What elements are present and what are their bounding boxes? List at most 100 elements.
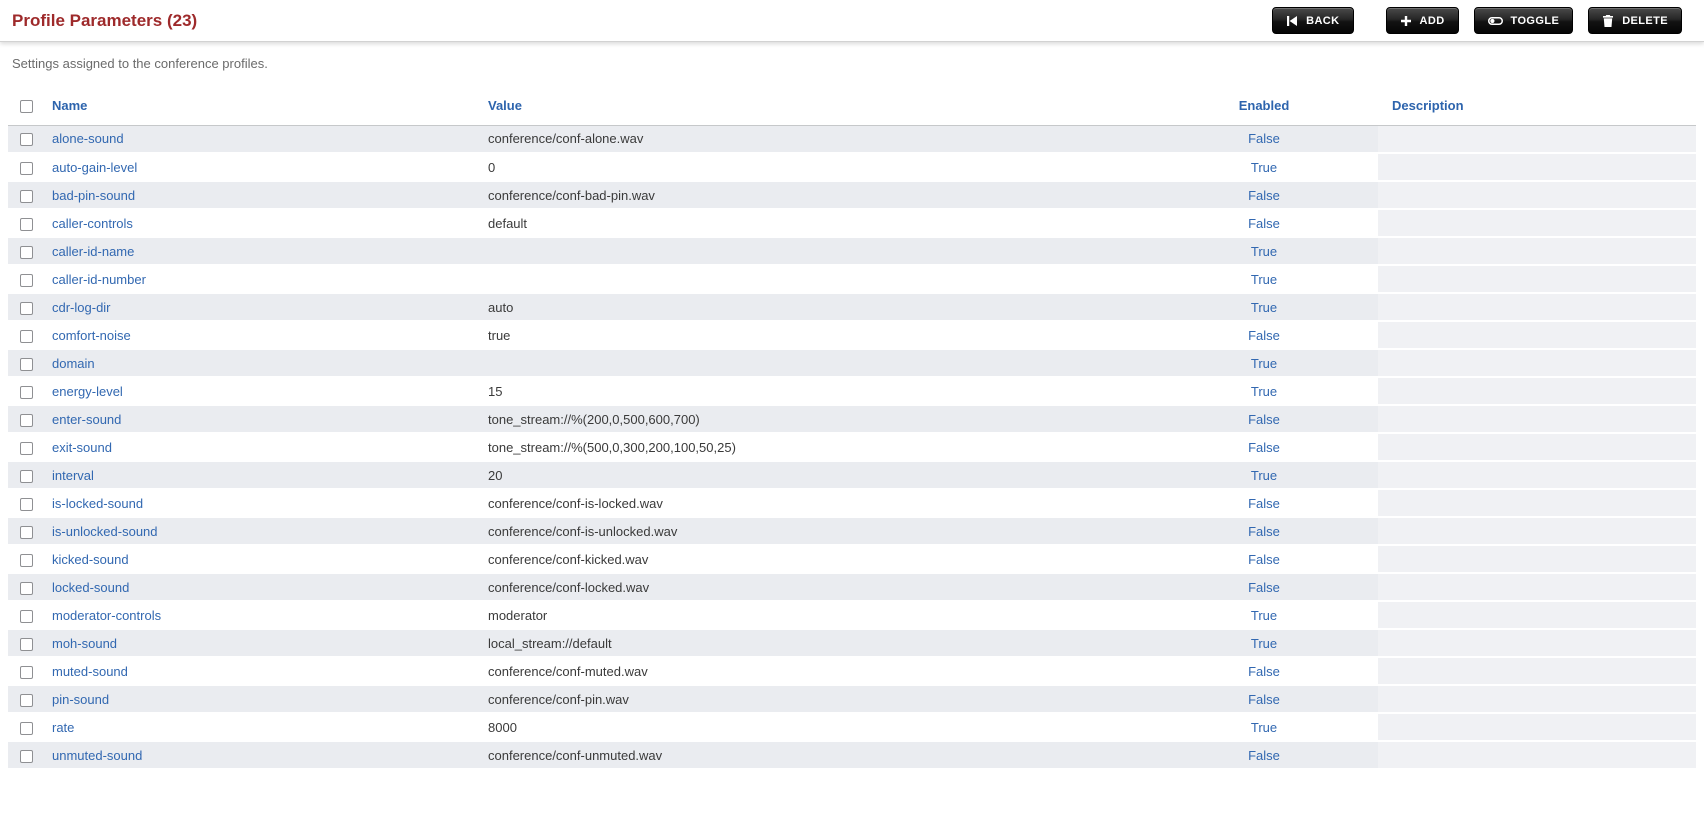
table-row: enter-sound tone_stream://%(200,0,500,600… [8, 405, 1696, 434]
parameter-name-link[interactable]: caller-id-name [52, 244, 134, 259]
table-row: exit-sound tone_stream://%(500,0,300,200,… [8, 433, 1696, 462]
add-button[interactable]: ADD [1385, 7, 1459, 34]
row-checkbox[interactable] [20, 161, 33, 175]
row-checkbox[interactable] [20, 357, 33, 371]
skip-back-icon [1286, 15, 1298, 27]
column-header-value[interactable]: Value [488, 98, 522, 113]
parameter-description [1378, 265, 1696, 294]
row-checkbox[interactable] [20, 637, 33, 651]
row-checkbox[interactable] [20, 217, 33, 231]
parameter-name-link[interactable]: domain [52, 356, 95, 371]
row-checkbox[interactable] [20, 133, 33, 147]
parameter-name-link[interactable]: bad-pin-sound [52, 188, 135, 203]
parameter-name-link[interactable]: comfort-noise [52, 328, 131, 343]
parameter-name-link[interactable]: muted-sound [52, 664, 128, 679]
row-checkbox[interactable] [20, 497, 33, 511]
parameter-value: true [480, 321, 1150, 350]
parameter-enabled: False [1150, 517, 1378, 546]
parameter-description [1378, 321, 1696, 350]
parameter-value: 15 [480, 377, 1150, 406]
parameter-value: conference/conf-unmuted.wav [480, 741, 1150, 770]
parameter-enabled: False [1150, 545, 1378, 574]
parameter-value: conference/conf-alone.wav [480, 125, 1150, 154]
row-checkbox[interactable] [20, 441, 33, 455]
parameter-value: default [480, 209, 1150, 238]
row-checkbox[interactable] [20, 413, 33, 427]
row-checkbox[interactable] [20, 329, 33, 343]
parameter-description [1378, 517, 1696, 546]
parameter-description [1378, 601, 1696, 630]
parameter-description [1378, 377, 1696, 406]
parameter-description [1378, 685, 1696, 714]
parameter-name-link[interactable]: exit-sound [52, 440, 112, 455]
delete-button-label: DELETE [1622, 14, 1668, 27]
parameter-name-link[interactable]: moh-sound [52, 636, 117, 651]
parameter-name-link[interactable]: caller-controls [52, 216, 133, 231]
table-row: comfort-noise true False [8, 321, 1696, 350]
row-checkbox[interactable] [20, 525, 33, 539]
parameter-enabled: True [1150, 377, 1378, 406]
parameter-name-link[interactable]: enter-sound [52, 412, 121, 427]
parameter-name-link[interactable]: is-unlocked-sound [52, 524, 158, 539]
parameter-name-link[interactable]: rate [52, 720, 74, 735]
parameter-value: conference/conf-muted.wav [480, 657, 1150, 686]
parameter-enabled: True [1150, 629, 1378, 658]
parameter-enabled: False [1150, 489, 1378, 518]
parameter-value: auto [480, 293, 1150, 322]
toggle-button[interactable]: TOGGLE [1473, 7, 1574, 34]
parameter-name-link[interactable]: interval [52, 468, 94, 483]
table-row: domain True [8, 349, 1696, 378]
column-header-description[interactable]: Description [1392, 98, 1464, 113]
parameter-name-link[interactable]: kicked-sound [52, 552, 129, 567]
plus-icon [1400, 15, 1412, 27]
row-checkbox[interactable] [20, 665, 33, 679]
select-all-checkbox[interactable] [20, 100, 33, 114]
row-checkbox[interactable] [20, 189, 33, 203]
table-row: bad-pin-sound conference/conf-bad-pin.wav… [8, 181, 1696, 210]
parameter-name-link[interactable]: pin-sound [52, 692, 109, 707]
row-checkbox[interactable] [20, 301, 33, 315]
row-checkbox[interactable] [20, 581, 33, 595]
parameter-name-link[interactable]: caller-id-number [52, 272, 146, 287]
column-header-name[interactable]: Name [52, 98, 87, 113]
parameter-name-link[interactable]: unmuted-sound [52, 748, 142, 763]
parameter-name-link[interactable]: alone-sound [52, 131, 124, 146]
row-checkbox[interactable] [20, 273, 33, 287]
parameter-enabled: True [1150, 237, 1378, 266]
parameter-enabled: True [1150, 461, 1378, 490]
parameter-name-link[interactable]: energy-level [52, 384, 123, 399]
parameter-value: 20 [480, 461, 1150, 490]
parameter-name-link[interactable]: cdr-log-dir [52, 300, 111, 315]
table-row: caller-id-name True [8, 237, 1696, 266]
parameter-enabled: False [1150, 321, 1378, 350]
row-checkbox[interactable] [20, 245, 33, 259]
page-description: Settings assigned to the conference prof… [12, 56, 268, 71]
table-row: alone-sound conference/conf-alone.wav Fals… [8, 125, 1696, 154]
back-button[interactable]: BACK [1272, 7, 1354, 34]
parameter-description [1378, 461, 1696, 490]
parameter-enabled: True [1150, 713, 1378, 742]
table-row: muted-sound conference/conf-muted.wav Fals… [8, 657, 1696, 686]
parameter-name-link[interactable]: auto-gain-level [52, 160, 137, 175]
row-checkbox[interactable] [20, 693, 33, 707]
parameter-value: tone_stream://%(200,0,500,600,700) [480, 405, 1150, 434]
table-row: is-locked-sound conference/conf-is-locked… [8, 489, 1696, 518]
parameter-name-link[interactable]: moderator-controls [52, 608, 161, 623]
row-checkbox[interactable] [20, 385, 33, 399]
parameter-name-link[interactable]: locked-sound [52, 580, 129, 595]
row-checkbox[interactable] [20, 749, 33, 763]
row-checkbox[interactable] [20, 609, 33, 623]
parameter-enabled: False [1150, 181, 1378, 210]
row-checkbox[interactable] [20, 553, 33, 567]
parameter-enabled: False [1150, 573, 1378, 602]
parameter-value: conference/conf-pin.wav [480, 685, 1150, 714]
column-header-enabled[interactable]: Enabled [1239, 98, 1290, 113]
parameter-name-link[interactable]: is-locked-sound [52, 496, 143, 511]
back-button-label: BACK [1306, 14, 1340, 27]
delete-button[interactable]: DELETE [1588, 7, 1682, 34]
page-title: Profile Parameters (23) [12, 10, 198, 30]
table-row: energy-level 15 True [8, 377, 1696, 406]
row-checkbox[interactable] [20, 469, 33, 483]
row-checkbox[interactable] [20, 721, 33, 735]
parameter-value: conference/conf-is-unlocked.wav [480, 517, 1150, 546]
